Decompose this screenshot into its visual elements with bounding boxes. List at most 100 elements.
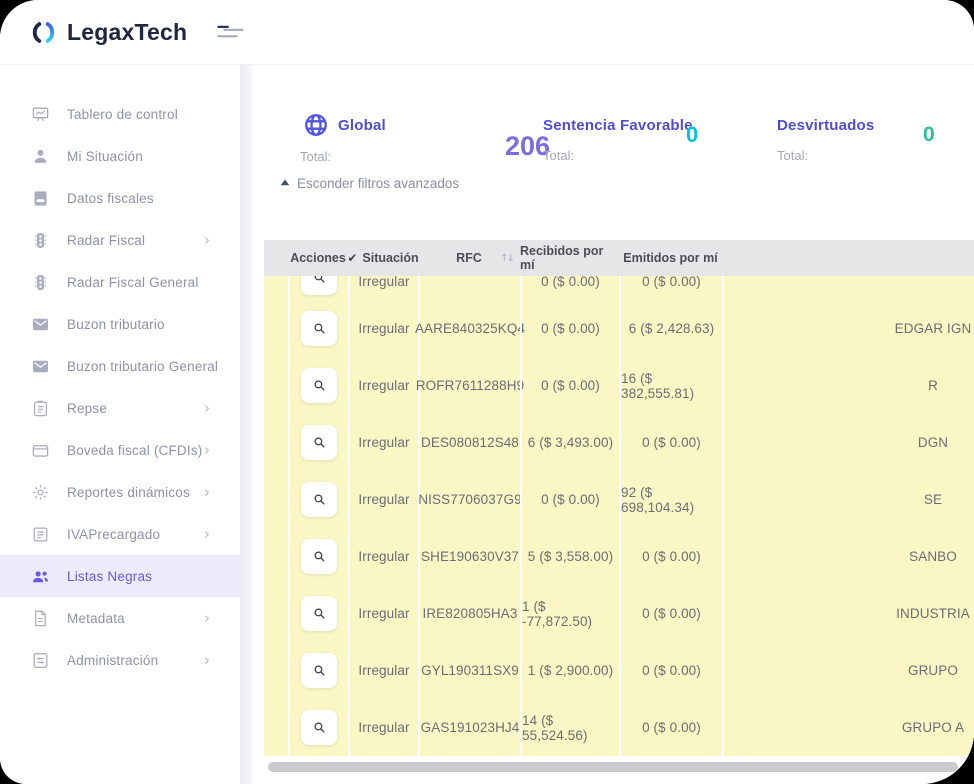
cell-rfc: ROFR7611288H9 bbox=[418, 357, 520, 414]
chevron-right-icon: › bbox=[204, 443, 210, 458]
table-row: IrregularGYL190311SX91 ($ 2,900.00)0 ($ … bbox=[264, 642, 974, 699]
magnifier-icon bbox=[312, 606, 327, 621]
clipboard-icon bbox=[31, 399, 50, 418]
table-row-partial: Irregular0 ($ 0.00)0 ($ 0.00) bbox=[264, 276, 974, 300]
sidebar-item-label: Administración bbox=[67, 653, 158, 668]
traffic-light-icon bbox=[31, 273, 50, 292]
dashboard-icon bbox=[31, 105, 50, 124]
sidebar-item-radar-fiscal-general[interactable]: Radar Fiscal General bbox=[0, 261, 240, 303]
cell-emi: 0 ($ 0.00) bbox=[619, 699, 722, 756]
mail-icon bbox=[31, 315, 50, 334]
cell-sit: Irregular bbox=[348, 357, 418, 414]
menu-toggle-icon[interactable] bbox=[213, 20, 249, 44]
inspect-button[interactable] bbox=[301, 482, 337, 517]
cell-emi: 92 ($ 698,104.34) bbox=[619, 471, 722, 528]
sidebar-item-label: Listas Negras bbox=[67, 569, 152, 584]
column-header-spacer bbox=[264, 240, 288, 276]
cell-rec: 1 ($ -77,872.50) bbox=[520, 585, 619, 642]
magnifier-icon bbox=[312, 663, 327, 678]
cell-rfc: NISS7706037G9 bbox=[418, 471, 520, 528]
inspect-button[interactable] bbox=[301, 653, 337, 688]
stat-desvirtuados-label: Desvirtuados bbox=[777, 117, 874, 134]
cell-emi: 0 ($ 0.00) bbox=[619, 642, 722, 699]
filters-toggle[interactable]: Esconder filtros avanzados bbox=[280, 176, 459, 191]
cell-sit: Irregular bbox=[348, 528, 418, 585]
cell-act bbox=[288, 300, 348, 357]
sidebar-item-ivaprecargado[interactable]: IVAPrecargado› bbox=[0, 513, 240, 555]
table-body: Irregular0 ($ 0.00)0 ($ 0.00)IrregularAA… bbox=[264, 276, 974, 756]
cell-sit: Irregular bbox=[348, 300, 418, 357]
filters-toggle-label: Esconder filtros avanzados bbox=[297, 176, 459, 191]
sidebar-item-label: Radar Fiscal bbox=[67, 233, 145, 248]
cell-act bbox=[288, 276, 348, 300]
inspect-button[interactable] bbox=[301, 596, 337, 631]
cell-rfc: GAS191023HJ4 bbox=[418, 699, 520, 756]
sidebar-item-metadata[interactable]: Metadata› bbox=[0, 597, 240, 639]
column-header-rfc[interactable]: RFC↑↓ bbox=[418, 240, 520, 276]
sidebar-item-administracion[interactable]: Administración › bbox=[0, 639, 240, 681]
cell-sit: Irregular bbox=[348, 699, 418, 756]
magnifier-icon bbox=[312, 276, 327, 285]
magnifier-icon bbox=[312, 720, 327, 735]
inspect-button[interactable] bbox=[301, 368, 337, 403]
sidebar-item-listas-negras[interactable]: Listas Negras bbox=[0, 555, 240, 597]
cell-sit: Irregular bbox=[348, 585, 418, 642]
cell-rfc: AARE840325KQ4 bbox=[418, 300, 520, 357]
sidebar-item-buzon-tributario-general[interactable]: Buzon tributario General bbox=[0, 345, 240, 387]
cell-act bbox=[288, 528, 348, 585]
box-icon bbox=[31, 441, 50, 460]
sidebar-item-reportes-dinamicos[interactable]: Reportes dinámicos› bbox=[0, 471, 240, 513]
table-row: IrregularIRE820805HA31 ($ -77,872.50)0 (… bbox=[264, 585, 974, 642]
sidebar-item-label: Radar Fiscal General bbox=[67, 275, 199, 290]
sidebar-item-label: IVAPrecargado bbox=[67, 527, 160, 542]
cell-emi: 16 ($ 382,555.81) bbox=[619, 357, 722, 414]
cell-sit: Irregular bbox=[348, 642, 418, 699]
chevron-right-icon: › bbox=[204, 233, 210, 248]
table-row: IrregularGAS191023HJ414 ($ 55,524.56)0 (… bbox=[264, 699, 974, 756]
inspect-button[interactable] bbox=[301, 276, 337, 295]
horizontal-scrollbar[interactable] bbox=[268, 762, 958, 772]
book-icon bbox=[31, 189, 50, 208]
inspect-button[interactable] bbox=[301, 425, 337, 460]
chevron-right-icon: › bbox=[204, 653, 210, 668]
cell-spacer bbox=[264, 585, 288, 642]
cell-sit: Irregular bbox=[348, 471, 418, 528]
cell-nom bbox=[722, 276, 974, 300]
cell-act bbox=[288, 357, 348, 414]
column-header-situacion[interactable]: ✔Situación bbox=[348, 240, 418, 276]
sidebar-item-mi-situacion[interactable]: Mi Situación bbox=[0, 135, 240, 177]
sidebar-item-repse[interactable]: Repse › bbox=[0, 387, 240, 429]
chevron-right-icon: › bbox=[204, 401, 210, 416]
cell-spacer bbox=[264, 699, 288, 756]
sidebar-item-tablero-de-control[interactable]: Tablero de control bbox=[0, 93, 240, 135]
traffic-light-icon bbox=[31, 231, 50, 250]
sidebar-item-datos-fiscales[interactable]: Datos fiscales bbox=[0, 177, 240, 219]
inspect-button[interactable] bbox=[301, 311, 337, 346]
settings-doc-icon bbox=[31, 651, 50, 670]
cell-act bbox=[288, 699, 348, 756]
cell-nom: EDGAR IGN bbox=[722, 300, 974, 357]
cell-rec: 0 ($ 0.00) bbox=[520, 276, 619, 300]
cell-rec: 6 ($ 3,493.00) bbox=[520, 414, 619, 471]
sidebar-item-buzon-tributario[interactable]: Buzon tributario bbox=[0, 303, 240, 345]
sidebar-item-radar-fiscal[interactable]: Radar Fiscal › bbox=[0, 219, 240, 261]
main-content: Global Total: 206 Sentencia Favorable To… bbox=[253, 65, 974, 784]
chevron-right-icon: › bbox=[204, 611, 210, 626]
sidebar-item-boveda-fiscal-cfdis[interactable]: Boveda fiscal (CFDIs)› bbox=[0, 429, 240, 471]
inspect-button[interactable] bbox=[301, 539, 337, 574]
table-header-row: Acciones ✔Situación RFC↑↓ Recibidos por … bbox=[264, 240, 974, 276]
users-icon bbox=[31, 567, 50, 586]
chevron-right-icon: › bbox=[204, 485, 210, 500]
inspect-button[interactable] bbox=[301, 710, 337, 745]
cell-emi: 0 ($ 0.00) bbox=[619, 414, 722, 471]
sort-icon[interactable]: ↑↓ bbox=[500, 253, 513, 264]
cell-rec: 14 ($ 55,524.56) bbox=[520, 699, 619, 756]
sidebar-item-label: Repse bbox=[67, 401, 107, 416]
cell-nom: SANBO bbox=[722, 528, 974, 585]
magnifier-icon bbox=[312, 435, 327, 450]
brand-name: LegaxTech bbox=[67, 19, 187, 46]
column-header-emitidos: Emitidos por mí bbox=[619, 240, 722, 276]
cell-rfc: GYL190311SX9 bbox=[418, 642, 520, 699]
cell-spacer bbox=[264, 471, 288, 528]
app-window: LegaxTech Tablero de controlMi Situación… bbox=[0, 0, 974, 784]
